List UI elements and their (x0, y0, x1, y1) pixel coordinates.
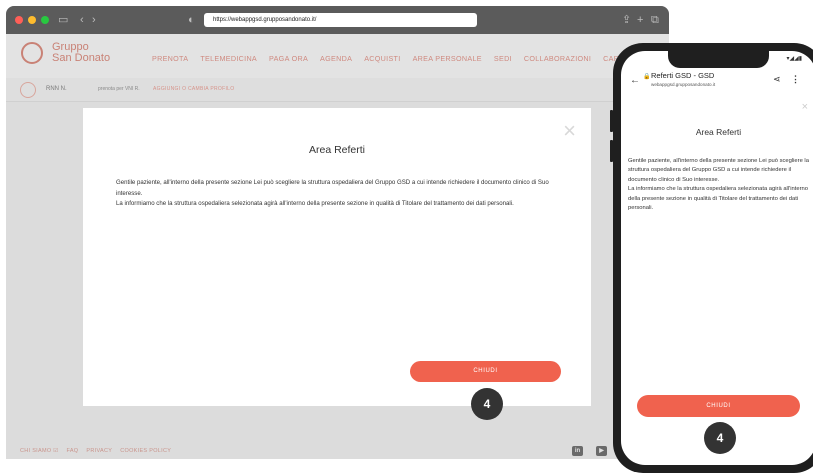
youtube-icon[interactable]: ▶ (596, 446, 607, 456)
status-icons: ▾◢◢▮ (786, 56, 802, 62)
logo-line2: San Donato (52, 52, 111, 64)
phone-paragraph-2: La informiamo che la struttura ospedalie… (628, 186, 808, 212)
area-referti-modal: × Area Referti Gentile paziente, all'int… (83, 108, 591, 406)
window-maximize-icon[interactable] (41, 16, 49, 24)
site-footer: CHI SIAMO ☑ FAQ PRIVACY COOKIES POLICY i… (6, 443, 669, 459)
avatar-icon[interactable] (20, 82, 36, 98)
nav-collaborazioni[interactable]: COLLABORAZIONI (524, 54, 591, 63)
booking-for: prenota per VNI R. (98, 86, 140, 92)
phone-tab-title: Referti GSD - GSD (651, 71, 715, 80)
phone-frame: ▾◢◢▮ ← 🔒 Referti GSD - GSD webappgsd.gru… (613, 43, 813, 473)
forward-nav-icon[interactable]: › (92, 13, 96, 27)
tabs-overview-icon[interactable]: ⧉ (651, 13, 659, 27)
nav-telemedicina[interactable]: TELEMEDICINA (200, 54, 257, 63)
chiudi-button[interactable]: CHIUDI (410, 361, 561, 382)
share-icon[interactable]: ⋖ (773, 74, 781, 85)
lock-icon: 🔒 (643, 74, 651, 80)
phone-screen: ▾◢◢▮ ← 🔒 Referti GSD - GSD webappgsd.gru… (621, 51, 813, 465)
back-arrow-icon[interactable]: ← (630, 75, 640, 86)
sidebar-toggle-icon[interactable]: ▭ (58, 13, 68, 27)
modal-text: Gentile paziente, all'interno della pres… (116, 178, 566, 210)
main-nav: PRENOTA TELEMEDICINA PAGA ORA AGENDA ACQ… (152, 54, 644, 63)
footer-links: CHI SIAMO ☑ FAQ PRIVACY COOKIES POLICY (20, 448, 171, 454)
brand-logo-text[interactable]: Gruppo San Donato (52, 42, 110, 64)
phone-paragraph-1: Gentile paziente, all'interno della pres… (628, 158, 809, 183)
footer-link-cookies[interactable]: COOKIES POLICY (120, 448, 171, 454)
step-badge-phone: 4 (704, 422, 736, 454)
address-bar[interactable]: https://webappgsd.grupposandonato.it/ (204, 13, 477, 27)
phone-chiudi-button[interactable]: CHIUDI (637, 395, 800, 417)
browser-titlebar: ▭ ‹ › ◐ https://webappgsd.grupposandonat… (6, 6, 669, 34)
modal-paragraph-1: Gentile paziente, all'interno della pres… (116, 179, 549, 197)
linkedin-icon[interactable]: in (572, 446, 583, 456)
nav-agenda[interactable]: AGENDA (320, 54, 352, 63)
change-profile-link[interactable]: AGGIUNGI O CAMBIA PROFILO (153, 86, 234, 92)
nav-prenota[interactable]: PRENOTA (152, 54, 188, 63)
profile-bar: RNN N. prenota per VNI R. AGGIUNGI O CAM… (6, 78, 669, 102)
site-header: Gruppo San Donato PRENOTA TELEMEDICINA P… (6, 34, 669, 78)
gsd-logo-icon[interactable] (21, 42, 43, 64)
phone-browser-bar: ← 🔒 Referti GSD - GSD webappgsd.grupposa… (621, 68, 813, 94)
nav-paga-ora[interactable]: PAGA ORA (269, 54, 308, 63)
modal-title: Area Referti (308, 144, 366, 156)
nav-sedi[interactable]: SEDI (494, 54, 512, 63)
share-icon[interactable]: ⇪ (622, 13, 631, 27)
step-badge-desktop: 4 (471, 388, 503, 420)
back-nav-icon[interactable]: ‹ (80, 13, 84, 27)
desktop-browser-window: ▭ ‹ › ◐ https://webappgsd.grupposandonat… (6, 6, 669, 459)
phone-close-icon[interactable]: × (802, 101, 808, 113)
nav-acquisti[interactable]: ACQUISTI (364, 54, 400, 63)
footer-link-faq[interactable]: FAQ (66, 448, 78, 454)
phone-notch (668, 51, 769, 68)
footer-link-chi-siamo[interactable]: CHI SIAMO ☑ (20, 448, 58, 454)
overflow-menu-icon[interactable]: ⋮ (791, 74, 800, 85)
phone-modal-text: Gentile paziente, all'interno della pres… (628, 157, 810, 213)
website-content: Gruppo San Donato PRENOTA TELEMEDICINA P… (6, 34, 669, 459)
new-tab-icon[interactable]: + (637, 13, 643, 27)
window-minimize-icon[interactable] (28, 16, 36, 24)
patient-id: RNN N. (46, 86, 67, 92)
footer-link-privacy[interactable]: PRIVACY (86, 448, 112, 454)
nav-area-personale[interactable]: AREA PERSONALE (413, 54, 482, 63)
phone-modal-title: Area Referti (695, 127, 742, 137)
phone-tab-url[interactable]: webappgsd.grupposandonato.it (651, 82, 715, 87)
window-close-icon[interactable] (15, 16, 23, 24)
modal-close-icon[interactable]: × (563, 120, 576, 142)
modal-paragraph-2: La informiamo che la struttura ospedalie… (116, 200, 514, 207)
reader-shield-icon[interactable]: ◐ (188, 13, 195, 27)
